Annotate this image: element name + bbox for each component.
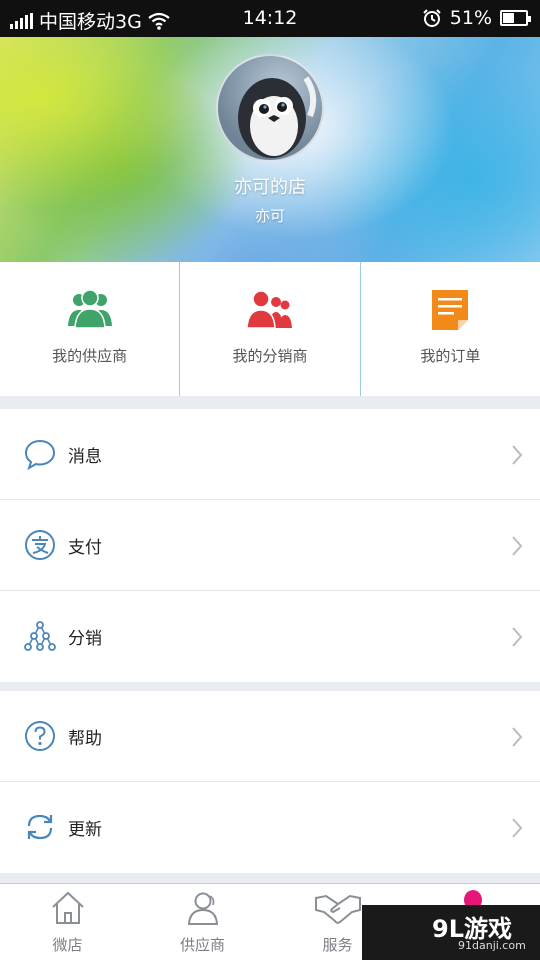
distributors-icon (246, 290, 292, 329)
home-icon (51, 891, 84, 924)
battery-icon (500, 10, 531, 26)
my-orders-label: 我的订单 (420, 347, 481, 365)
menu-item-payment[interactable]: 支付 (0, 500, 540, 591)
my-orders-button[interactable]: 我的订单 (359, 262, 540, 396)
menu-group-main: 消息 支付 分销 (0, 409, 540, 682)
refresh-icon (27, 814, 53, 840)
user-icon (187, 892, 218, 925)
status-bar: 中国移动3G 14:12 51% (0, 0, 540, 37)
menu-label-payment: 支付 (68, 538, 102, 558)
user-name: 亦可 (254, 207, 285, 225)
menu-label-distribution: 分销 (68, 629, 102, 649)
watermark-url: 91danji.com (458, 939, 526, 952)
menu-label-update: 更新 (68, 820, 102, 840)
battery-percent: 51% (449, 7, 492, 29)
my-suppliers-button[interactable]: 我的供应商 (0, 262, 179, 396)
handshake-icon (314, 894, 361, 924)
penguin-avatar-image (238, 76, 317, 158)
my-distributors-button[interactable]: 我的分销商 (179, 262, 359, 396)
menu-item-messages[interactable]: 消息 (0, 409, 540, 500)
chevron-right-icon (512, 727, 523, 747)
shop-name: 亦可的店 (234, 177, 306, 198)
message-icon (24, 439, 56, 470)
help-icon (25, 721, 55, 751)
chevron-right-icon (512, 627, 523, 647)
watermark: 9L游戏 91danji.com (362, 905, 540, 960)
menu-group-support: 帮助 更新 (0, 691, 540, 873)
alarm-icon (423, 9, 441, 27)
menu-item-distribution[interactable]: 分销 (0, 591, 540, 682)
profile-header: 亦可的店 亦可 (0, 37, 540, 262)
avatar[interactable] (216, 54, 324, 162)
menu-label-messages: 消息 (68, 447, 102, 467)
quick-actions: 我的供应商 我的分销商 我的订单 (0, 262, 540, 396)
tab-suppliers[interactable]: 供应商 (135, 884, 270, 960)
distribution-tree-icon (24, 621, 56, 651)
alipay-icon (25, 530, 55, 560)
tab-label-weidian: 微店 (52, 936, 83, 954)
chevron-right-icon (512, 818, 523, 838)
tab-label-suppliers: 供应商 (179, 936, 225, 954)
orders-icon (432, 290, 469, 330)
menu-item-help[interactable]: 帮助 (0, 691, 540, 782)
tab-weidian[interactable]: 微店 (0, 884, 135, 960)
chevron-right-icon (512, 536, 523, 556)
suppliers-icon (67, 289, 112, 329)
my-distributors-label: 我的分销商 (232, 347, 308, 365)
chevron-right-icon (512, 445, 523, 465)
menu-item-update[interactable]: 更新 (0, 782, 540, 873)
my-suppliers-label: 我的供应商 (52, 347, 128, 365)
menu-label-help: 帮助 (68, 729, 102, 749)
